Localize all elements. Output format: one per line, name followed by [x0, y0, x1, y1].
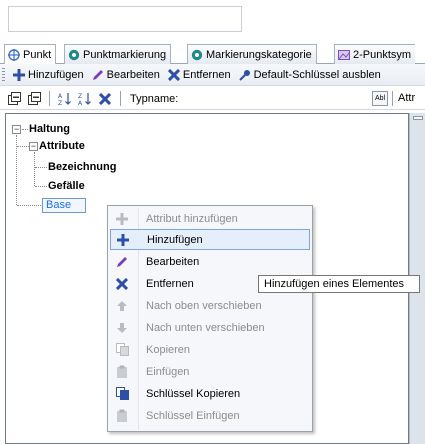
menu-item-move-up[interactable]: Nach oben verschieben	[110, 295, 310, 316]
panel-handle[interactable]	[413, 116, 423, 120]
arrow-up-icon	[110, 295, 134, 316]
collapse-all-button[interactable]	[26, 91, 42, 107]
toolbar-grip[interactable]	[2, 67, 5, 82]
tree-node-base[interactable]: Base	[42, 198, 86, 213]
key-icon	[238, 69, 250, 81]
copy-icon	[110, 339, 134, 360]
tree-node-gefaelle[interactable]: Gefälle	[48, 180, 85, 192]
collapse-toggle[interactable]: −	[29, 142, 38, 151]
sort-ascending-button[interactable]: A Z	[57, 91, 73, 107]
menu-item-label: Attribut hinzufügen	[146, 212, 238, 225]
menu-item-copy-key[interactable]: Schlüssel Kopieren	[110, 383, 310, 404]
picture-icon	[338, 49, 350, 60]
add-label: Hinzufügen	[28, 68, 84, 81]
menu-item-edit[interactable]: Bearbeiten	[110, 251, 310, 272]
default-key-button[interactable]: Default-Schlüssel ausblen	[235, 65, 385, 85]
menu-item-copy[interactable]: Kopieren	[110, 339, 310, 360]
svg-text:Z: Z	[58, 100, 62, 106]
menu-item-label: Kopieren	[146, 343, 191, 356]
gear-marker-icon	[68, 49, 80, 60]
tab-2-punktsym[interactable]: 2-Punktsym	[334, 44, 416, 64]
menu-item-add[interactable]: Hinzufügen	[110, 229, 310, 250]
svg-text:A: A	[78, 100, 83, 106]
tab-label: Punkt	[23, 49, 52, 61]
x-icon	[99, 92, 111, 105]
tree-line	[22, 129, 28, 130]
edit-button[interactable]: Bearbeiten	[88, 65, 164, 85]
tab-markierungskategorie[interactable]: Markierungskategorie	[187, 44, 317, 64]
tree-line	[34, 152, 35, 186]
add-button[interactable]: Hinzufügen	[9, 65, 88, 85]
tooltip: Hinzufügen eines Elementes	[258, 275, 420, 293]
tree-line	[17, 205, 41, 206]
delete-button[interactable]	[97, 91, 113, 107]
toolbar-separator	[49, 91, 50, 106]
tree-node-haltung[interactable]: Haltung	[29, 123, 70, 135]
tab-punktmarkierung[interactable]: Punktmarkierung	[64, 44, 172, 64]
pencil-icon	[92, 69, 103, 80]
arrow-down-icon	[110, 317, 134, 338]
tab-label: Markierungskategorie	[206, 48, 312, 61]
tab-strip: Punkt Punktmarkierung Markierungskategor…	[0, 41, 425, 65]
sort-descending-button[interactable]: Z A	[77, 91, 93, 107]
expand-all-icon	[7, 92, 21, 105]
edit-label: Bearbeiten	[106, 68, 160, 81]
toolbar-separator	[120, 91, 121, 106]
menu-item-paste-key[interactable]: Schlüssel Einfügen	[110, 405, 310, 426]
target-point-icon	[8, 49, 20, 61]
gear-marker-icon	[191, 49, 203, 60]
default-key-label: Default-Schlüssel ausblen	[253, 68, 381, 81]
paste-icon	[110, 361, 134, 382]
tab-label: Punktmarkierung	[83, 48, 167, 61]
typename-label: Typname:	[130, 92, 179, 105]
tab-label: 2-Punktsym	[353, 48, 412, 61]
svg-text:Z: Z	[78, 93, 82, 100]
tree-toolbar: A Z Z A Typname: Abl Attr	[0, 88, 425, 110]
tree-line	[17, 146, 29, 147]
remove-label: Entfernen	[182, 68, 231, 81]
menu-item-label: Schlüssel Kopieren	[146, 387, 241, 400]
context-menu: Attribut hinzufügen Hinzufügen Bearbeite…	[107, 205, 313, 432]
menu-item-move-down[interactable]: Nach unten verschieben	[110, 317, 310, 338]
toolbar-separator	[392, 91, 393, 106]
menu-item-label: Entfernen	[146, 277, 194, 290]
svg-text:A: A	[58, 93, 63, 100]
menu-item-label: Hinzufügen	[147, 233, 203, 246]
collapse-all-icon	[27, 92, 41, 105]
menu-item-label: Schlüssel Einfügen	[146, 409, 240, 422]
sort-az-icon: A Z	[58, 92, 71, 106]
copy-icon	[110, 383, 134, 404]
remove-button[interactable]: Entfernen	[164, 65, 235, 85]
menu-item-label: Bearbeiten	[146, 255, 200, 268]
tab-punkt[interactable]: Punkt	[4, 44, 57, 65]
abl-button[interactable]: Abl	[372, 91, 388, 106]
menu-item-label: Nach oben verschieben	[146, 299, 262, 312]
paste-icon	[110, 405, 134, 426]
sort-za-icon: Z A	[78, 92, 91, 106]
menu-item-attribute-add[interactable]: Attribut hinzufügen	[110, 208, 310, 229]
pencil-icon	[110, 251, 134, 272]
attribute-label: Attr	[398, 92, 416, 104]
x-icon	[110, 273, 134, 294]
tree-node-attribute[interactable]: Attribute	[39, 140, 85, 152]
tree-node-bezeichnung[interactable]: Bezeichnung	[48, 161, 116, 173]
collapse-toggle[interactable]: −	[12, 125, 21, 134]
tree-line	[35, 167, 47, 168]
plus-icon	[110, 208, 134, 229]
tree-line	[35, 186, 47, 187]
menu-item-label: Nach unten verschieben	[146, 321, 265, 334]
main-toolbar: Hinzufügen Bearbeiten Entfernen Default-…	[0, 64, 425, 86]
plus-icon	[111, 229, 135, 250]
expand-all-button[interactable]	[6, 91, 22, 107]
plus-icon	[13, 68, 25, 81]
menu-item-paste[interactable]: Einfügen	[110, 361, 310, 382]
x-icon	[167, 68, 180, 81]
search-input[interactable]	[8, 6, 242, 32]
menu-item-label: Einfügen	[146, 365, 190, 378]
